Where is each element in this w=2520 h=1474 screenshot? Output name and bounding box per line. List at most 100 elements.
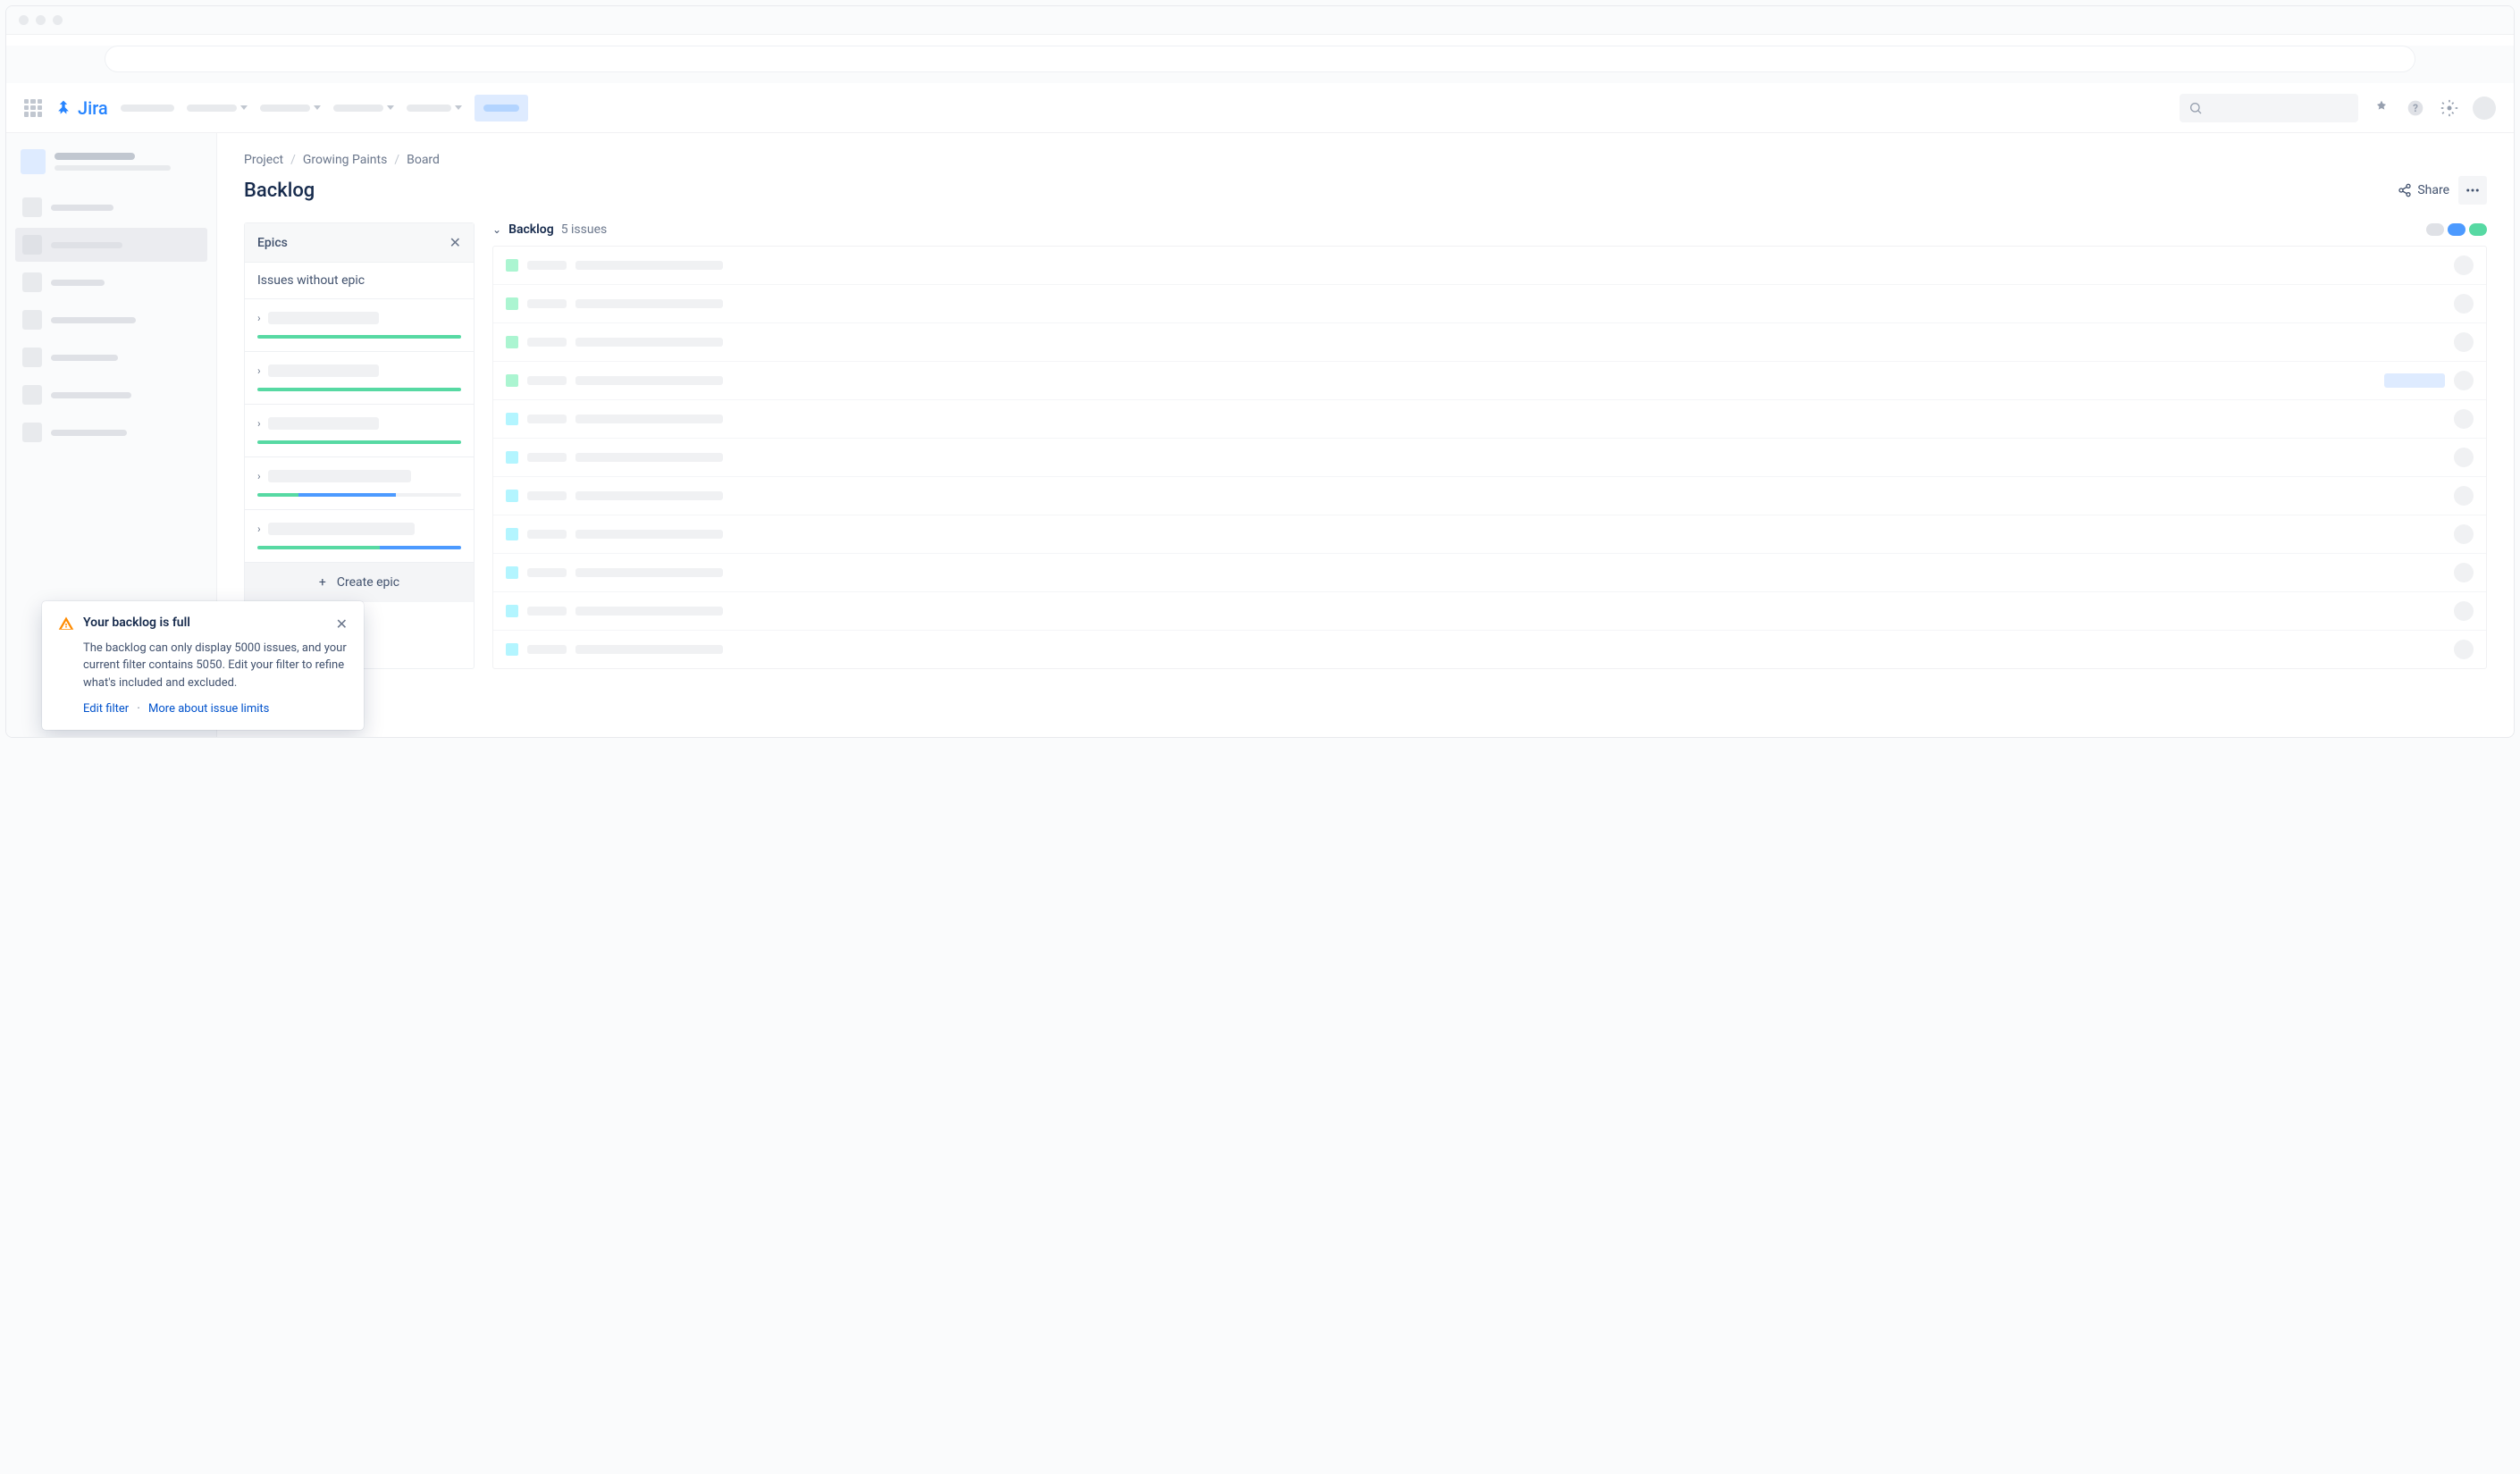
search-input[interactable]: [2180, 94, 2358, 122]
issue-key-placeholder: [527, 530, 567, 539]
epic-card[interactable]: ›: [245, 351, 474, 404]
epic-progress-bar: [257, 493, 461, 497]
issue-row[interactable]: [493, 439, 2486, 477]
issue-assignee-avatar[interactable]: [2454, 640, 2474, 659]
issue-row[interactable]: [493, 400, 2486, 439]
issue-summary-placeholder: [575, 299, 723, 308]
more-actions-button[interactable]: [2458, 176, 2487, 205]
backlog-section-header[interactable]: ⌄ Backlog 5 issues: [492, 222, 2487, 237]
backlog-issue-count: 5 issues: [561, 222, 608, 237]
url-bar[interactable]: [105, 46, 2415, 72]
epic-card[interactable]: ›: [245, 456, 474, 509]
issue-assignee-avatar[interactable]: [2454, 371, 2474, 390]
sidebar-item-7[interactable]: [15, 415, 207, 449]
top-nav: Jira ?: [6, 83, 2514, 133]
chevron-down-icon: [314, 105, 321, 110]
issue-assignee-avatar[interactable]: [2454, 563, 2474, 582]
epic-progress-bar: [257, 440, 461, 444]
issue-type-icon: [506, 605, 518, 617]
issue-type-icon: [506, 336, 518, 348]
window-minimize[interactable]: [36, 15, 46, 25]
issue-summary-placeholder: [575, 530, 723, 539]
create-epic-label: Create epic: [314, 575, 399, 590]
share-button[interactable]: Share: [2398, 183, 2449, 197]
notifications-icon[interactable]: [2371, 97, 2392, 119]
profile-avatar[interactable]: [2473, 96, 2496, 120]
issue-assignee-avatar[interactable]: [2454, 409, 2474, 429]
sidebar-item-5[interactable]: [15, 340, 207, 374]
backlog-section-title: Backlog: [508, 222, 554, 237]
issue-row[interactable]: [493, 631, 2486, 668]
issue-summary-placeholder: [575, 338, 723, 347]
breadcrumb: Project / Growing Paints / Board: [244, 153, 2487, 167]
issue-row[interactable]: [493, 323, 2486, 362]
jira-logo[interactable]: Jira: [55, 97, 108, 119]
breadcrumb-growing-paints[interactable]: Growing Paints: [303, 153, 387, 167]
issue-row[interactable]: [493, 554, 2486, 592]
issue-summary-placeholder: [575, 491, 723, 500]
nav-item-4[interactable]: [333, 105, 394, 112]
epic-progress-bar: [257, 546, 461, 549]
close-epics-icon[interactable]: ✕: [449, 234, 461, 251]
backlog-content: Epics ✕ Issues without epic ››››› + Crea…: [244, 222, 2487, 669]
backlog-full-toast: Your backlog is full ✕ The backlog can o…: [42, 601, 364, 731]
issue-type-icon: [506, 643, 518, 656]
issue-key-placeholder: [527, 376, 567, 385]
issue-assignee-avatar[interactable]: [2454, 524, 2474, 544]
epics-title: Epics: [257, 236, 288, 250]
epic-card[interactable]: ›: [245, 298, 474, 351]
nav-item-2[interactable]: [187, 105, 248, 112]
app-switcher-icon[interactable]: [24, 99, 42, 117]
issues-without-epic[interactable]: Issues without epic: [245, 262, 474, 298]
main-content: Project / Growing Paints / Board Backlog…: [217, 133, 2514, 738]
sidebar-item-backlog[interactable]: [15, 228, 207, 262]
status-pill[interactable]: [2426, 223, 2444, 236]
issue-key-placeholder: [527, 415, 567, 423]
sidebar-item-3[interactable]: [15, 265, 207, 299]
toast-close-icon[interactable]: ✕: [336, 616, 348, 632]
edit-filter-link[interactable]: Edit filter: [83, 702, 129, 716]
issue-list: [492, 246, 2487, 669]
toast-title: Your backlog is full: [83, 616, 327, 630]
create-button[interactable]: [475, 95, 528, 121]
epic-card[interactable]: ›: [245, 404, 474, 456]
epic-title-placeholder: [268, 312, 379, 324]
jira-mark-icon: [55, 99, 72, 117]
create-epic-button[interactable]: + Create epic: [245, 562, 474, 602]
sidebar-item-1[interactable]: [15, 190, 207, 224]
svg-text:?: ?: [2413, 102, 2418, 114]
status-pill[interactable]: [2448, 223, 2465, 236]
issue-summary-placeholder: [575, 376, 723, 385]
issue-epic-badge[interactable]: [2384, 373, 2445, 388]
settings-icon[interactable]: [2439, 97, 2460, 119]
issue-assignee-avatar[interactable]: [2454, 486, 2474, 506]
chevron-right-icon: ›: [257, 364, 261, 377]
window-close[interactable]: [19, 15, 29, 25]
issue-assignee-avatar[interactable]: [2454, 448, 2474, 467]
issue-assignee-avatar[interactable]: [2454, 294, 2474, 314]
issue-row[interactable]: [493, 515, 2486, 554]
sidebar-item-4[interactable]: [15, 303, 207, 337]
nav-item-3[interactable]: [260, 105, 321, 112]
sidebar-item-6[interactable]: [15, 378, 207, 412]
sidebar-project-header[interactable]: [15, 149, 207, 174]
issue-key-placeholder: [527, 299, 567, 308]
issue-assignee-avatar[interactable]: [2454, 332, 2474, 352]
issue-assignee-avatar[interactable]: [2454, 255, 2474, 275]
breadcrumb-project[interactable]: Project: [244, 153, 283, 167]
nav-item-1[interactable]: [121, 105, 174, 112]
issue-assignee-avatar[interactable]: [2454, 601, 2474, 621]
epic-card[interactable]: ›: [245, 509, 474, 562]
help-icon[interactable]: ?: [2405, 97, 2426, 119]
breadcrumb-board[interactable]: Board: [407, 153, 440, 167]
more-about-limits-link[interactable]: More about issue limits: [148, 702, 269, 716]
issue-row[interactable]: [493, 477, 2486, 515]
issue-row[interactable]: [493, 247, 2486, 285]
nav-item-5[interactable]: [407, 105, 462, 112]
status-summary-pills: [2426, 223, 2487, 236]
window-maximize[interactable]: [53, 15, 63, 25]
issue-row[interactable]: [493, 592, 2486, 631]
issue-row[interactable]: [493, 362, 2486, 400]
issue-row[interactable]: [493, 285, 2486, 323]
status-pill[interactable]: [2469, 223, 2487, 236]
